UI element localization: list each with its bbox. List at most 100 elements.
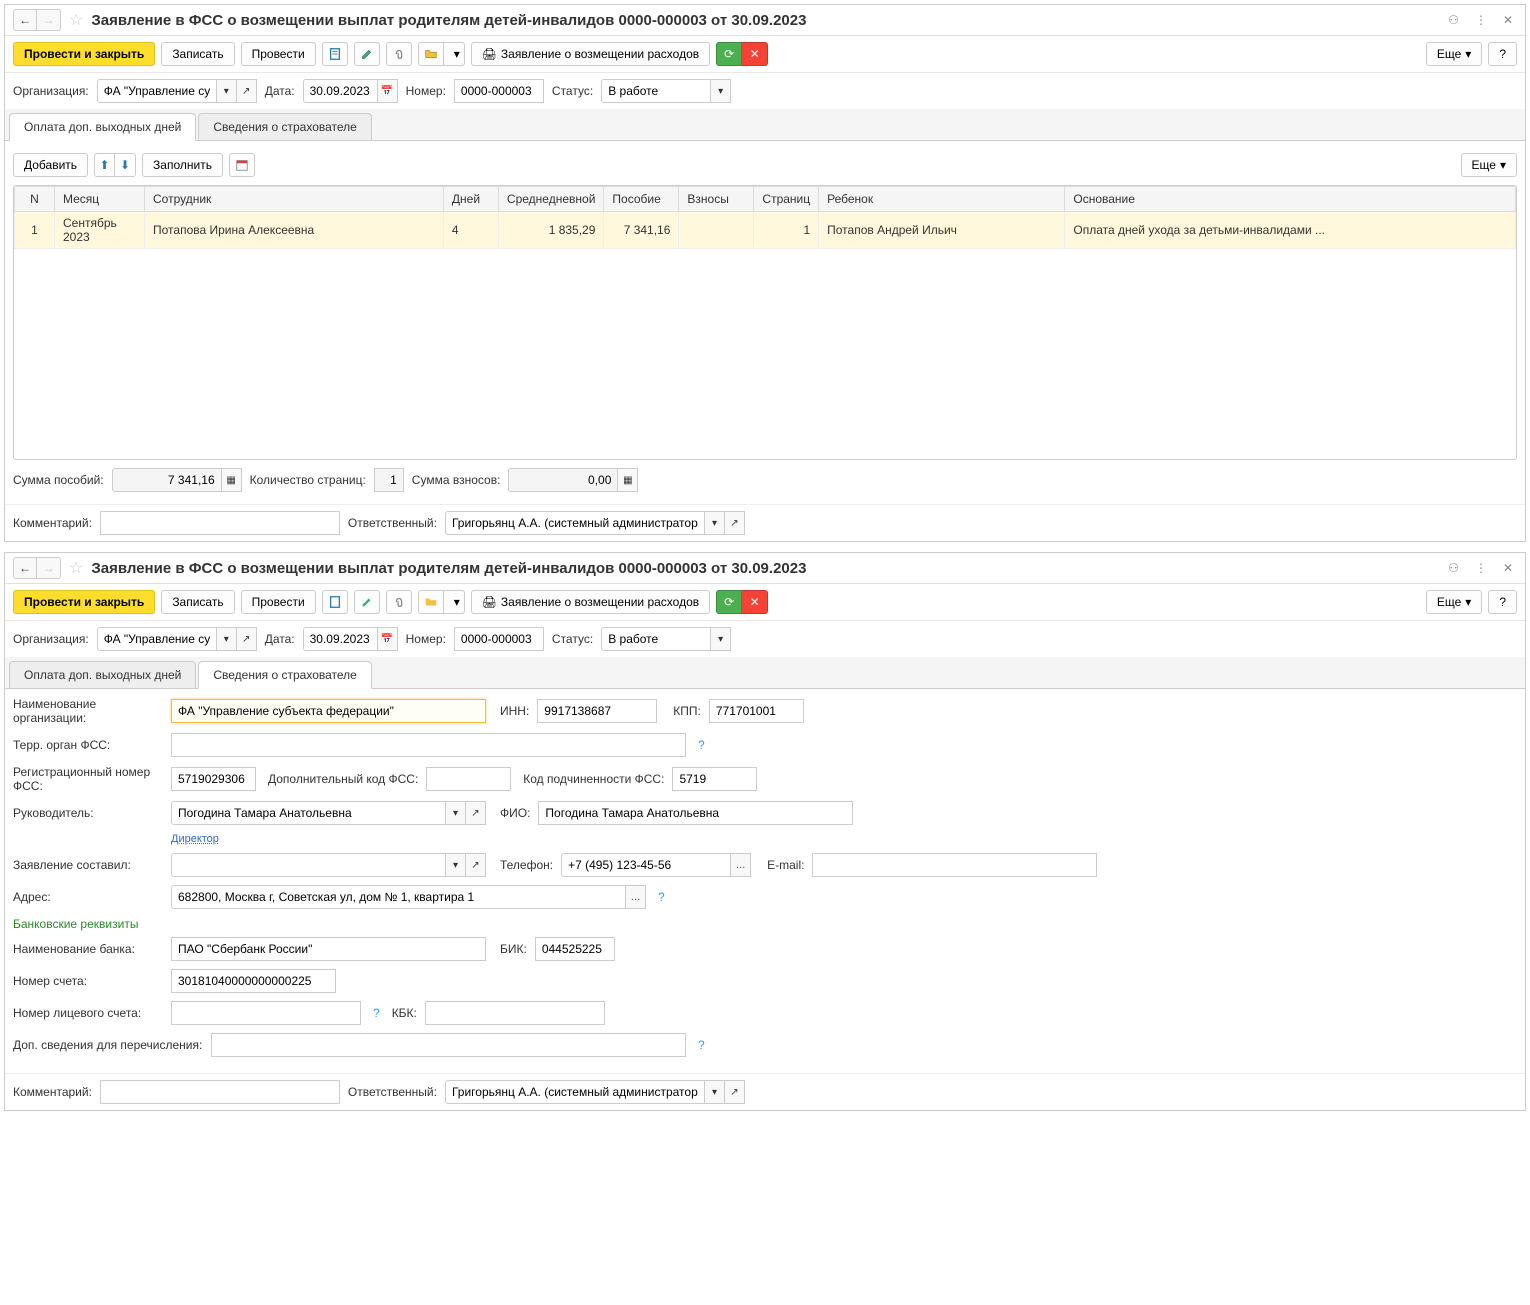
terr-input[interactable] <box>171 733 686 757</box>
cancel-refresh-button[interactable]: ✕ <box>742 590 768 614</box>
table-row[interactable]: 1 Сентябрь 2023 Потапова Ирина Алексеевн… <box>15 212 1516 249</box>
move-buttons[interactable]: ⬆⬇ <box>94 153 136 177</box>
subcode-input[interactable] <box>672 767 757 791</box>
favorite-icon[interactable]: ☆ <box>69 558 83 578</box>
tab-insurer-info[interactable]: Сведения о страхователе <box>198 113 372 140</box>
forward-button[interactable]: → <box>37 557 61 579</box>
tab-insurer-info[interactable]: Сведения о страхователе <box>198 661 372 689</box>
sum-calc-icon[interactable]: ▦ <box>222 468 242 492</box>
report-icon-button[interactable] <box>322 42 348 66</box>
post-button[interactable]: Провести <box>241 590 316 614</box>
bik-input[interactable] <box>535 937 615 961</box>
help-icon[interactable]: ? <box>694 738 709 752</box>
pers-input[interactable] <box>171 1001 361 1025</box>
comment-input[interactable] <box>100 511 340 535</box>
col-child[interactable]: Ребенок <box>819 187 1065 212</box>
status-input[interactable] <box>601 79 711 103</box>
org-dropdown[interactable]: ▾ <box>217 79 237 103</box>
menu-icon[interactable]: ⋮ <box>1471 559 1491 577</box>
fill-button[interactable]: Заполнить <box>142 153 223 177</box>
help-button[interactable]: ? <box>1488 590 1517 614</box>
status-dropdown[interactable]: ▾ <box>711 79 731 103</box>
calendar-icon[interactable]: 📅 <box>378 627 398 651</box>
folder-split-button[interactable]: ▾ <box>418 590 465 614</box>
tab-payment-days[interactable]: Оплата доп. выходных дней <box>9 113 196 141</box>
add-button[interactable]: Добавить <box>13 153 88 177</box>
attachment-icon-button[interactable] <box>386 42 412 66</box>
comment-input[interactable] <box>100 1080 340 1104</box>
col-pages[interactable]: Страниц <box>754 187 819 212</box>
resp-dropdown[interactable]: ▾ <box>705 511 725 535</box>
col-employee[interactable]: Сотрудник <box>145 187 444 212</box>
save-button[interactable]: Записать <box>161 42 234 66</box>
org-input[interactable] <box>97 79 217 103</box>
org-name-input[interactable] <box>171 699 486 723</box>
forward-button[interactable]: → <box>37 9 61 31</box>
cancel-refresh-button[interactable]: ✕ <box>742 42 768 66</box>
col-month[interactable]: Месяц <box>55 187 145 212</box>
folder-split-button[interactable]: ▾ <box>418 42 465 66</box>
col-avg[interactable]: Среднедневной <box>498 187 603 212</box>
tab-payment-days[interactable]: Оплата доп. выходных дней <box>9 661 196 688</box>
col-basis[interactable]: Основание <box>1065 187 1516 212</box>
more-button[interactable]: Еще ▾ <box>1426 590 1482 614</box>
post-button[interactable]: Провести <box>241 42 316 66</box>
phone-input[interactable] <box>561 853 731 877</box>
help-icon[interactable]: ? <box>654 890 669 904</box>
help-icon[interactable]: ? <box>694 1038 709 1052</box>
bank-input[interactable] <box>171 937 486 961</box>
post-close-button[interactable]: Провести и закрыть <box>13 590 155 614</box>
menu-icon[interactable]: ⋮ <box>1471 11 1491 29</box>
fio-input[interactable] <box>538 801 853 825</box>
link-icon[interactable]: ⚇ <box>1444 11 1463 29</box>
post-close-button[interactable]: Провести и закрыть <box>13 42 155 66</box>
resp-open[interactable]: ↗ <box>725 511 745 535</box>
resp-input[interactable] <box>445 511 705 535</box>
reg-input[interactable] <box>171 767 256 791</box>
edit-icon-button[interactable] <box>354 590 380 614</box>
col-contrib[interactable]: Взносы <box>679 187 754 212</box>
acc-input[interactable] <box>171 969 336 993</box>
addcode-input[interactable] <box>426 767 511 791</box>
contrib-calc-icon[interactable]: ▦ <box>618 468 638 492</box>
status-input[interactable] <box>601 627 711 651</box>
director-link[interactable]: Директор <box>171 833 219 845</box>
col-n[interactable]: N <box>15 187 55 212</box>
statement-button[interactable]: 🖨Заявление о возмещении расходов <box>471 590 710 614</box>
date-input[interactable] <box>303 79 378 103</box>
help-button[interactable]: ? <box>1488 42 1517 66</box>
kpp-input[interactable] <box>709 699 804 723</box>
refresh-button[interactable]: ⟳ <box>716 590 742 614</box>
back-button[interactable]: ← <box>13 9 37 31</box>
col-days[interactable]: Дней <box>443 187 498 212</box>
org-open[interactable]: ↗ <box>237 79 257 103</box>
statement-button[interactable]: 🖨Заявление о возмещении расходов <box>471 42 710 66</box>
resp-input[interactable] <box>445 1080 705 1104</box>
calendar-icon[interactable]: 📅 <box>378 79 398 103</box>
data-table[interactable]: N Месяц Сотрудник Дней Среднедневной Пос… <box>13 185 1517 460</box>
compiled-input[interactable] <box>171 853 446 877</box>
save-button[interactable]: Записать <box>161 590 234 614</box>
table-more-button[interactable]: Еще ▾ <box>1461 153 1517 177</box>
edit-icon-button[interactable] <box>354 42 380 66</box>
addr-input[interactable] <box>171 885 626 909</box>
extra-input[interactable] <box>211 1033 686 1057</box>
favorite-icon[interactable]: ☆ <box>69 10 83 30</box>
head-input[interactable] <box>171 801 446 825</box>
back-button[interactable]: ← <box>13 557 37 579</box>
number-input[interactable] <box>454 79 544 103</box>
number-input[interactable] <box>454 627 544 651</box>
date-input[interactable] <box>303 627 378 651</box>
help-icon[interactable]: ? <box>369 1006 384 1020</box>
col-benefit[interactable]: Пособие <box>604 187 679 212</box>
org-input[interactable] <box>97 627 217 651</box>
email-input[interactable] <box>812 853 1097 877</box>
close-icon[interactable]: ✕ <box>1499 559 1517 577</box>
kbk-input[interactable] <box>425 1001 605 1025</box>
link-icon[interactable]: ⚇ <box>1444 559 1463 577</box>
attachment-icon-button[interactable] <box>386 590 412 614</box>
period-button[interactable] <box>229 153 255 177</box>
refresh-button[interactable]: ⟳ <box>716 42 742 66</box>
inn-input[interactable] <box>537 699 657 723</box>
report-icon-button[interactable] <box>322 590 348 614</box>
